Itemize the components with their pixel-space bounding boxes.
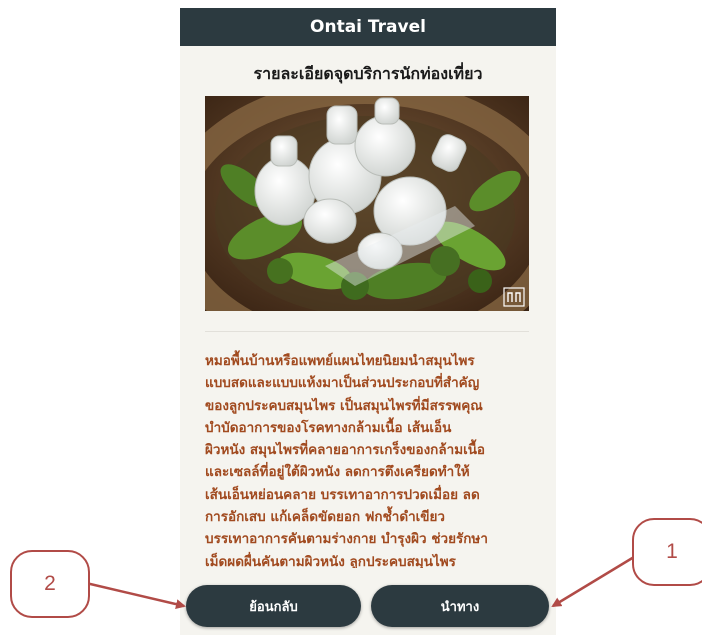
callout-1-label: 1 (666, 540, 678, 563)
navigate-button-label: นำทาง (440, 599, 480, 615)
arrow-2 (85, 581, 186, 610)
app-title: Ontai Travel (310, 17, 426, 37)
callout-2: 2 (10, 550, 90, 618)
arrow-1 (551, 555, 635, 608)
logo-watermark-icon (503, 287, 525, 307)
phone-screen: Ontai Travel รายละเอียดจุดบริการนักท่องเ… (180, 8, 556, 635)
navigate-button[interactable]: นำทาง (371, 585, 549, 627)
app-header: Ontai Travel (180, 8, 556, 46)
back-button-label: ย้อนกลับ (249, 599, 298, 615)
place-description: หมอพื้นบ้านหรือแพทย์แผนไทยนิยมนำสมุนไพร … (205, 353, 488, 568)
callout-1: 1 (632, 518, 702, 586)
herbal-compress-photo (205, 96, 529, 311)
page-title: รายละเอียดจุดบริการนักท่องเที่ยว (253, 64, 483, 83)
divider (205, 331, 529, 332)
back-button[interactable]: ย้อนกลับ (186, 585, 361, 627)
callout-2-label: 2 (44, 572, 56, 595)
